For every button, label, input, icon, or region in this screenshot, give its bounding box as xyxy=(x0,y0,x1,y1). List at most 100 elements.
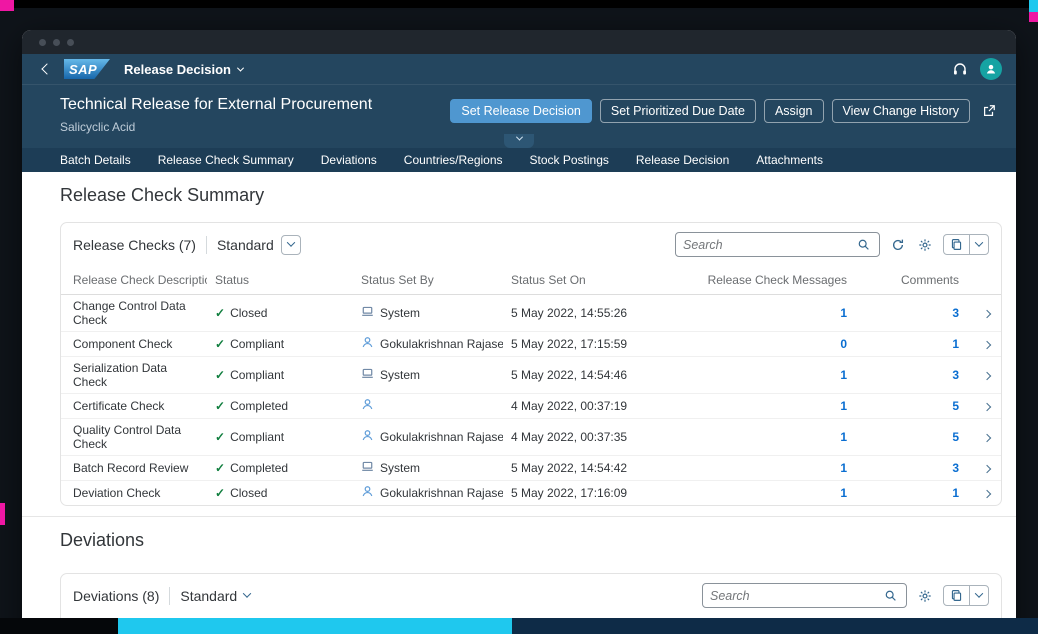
status-text: Completed xyxy=(230,461,288,475)
tab-release-decision[interactable]: Release Decision xyxy=(636,153,729,167)
sap-logo-text: SAP xyxy=(69,62,97,77)
set-release-decision-button[interactable]: Set Release Decision xyxy=(450,99,592,123)
comments-link[interactable]: 3 xyxy=(952,461,959,475)
comments-link[interactable]: 3 xyxy=(952,306,959,320)
chevron-right-icon[interactable] xyxy=(983,490,991,498)
search-field xyxy=(702,583,907,608)
table-row[interactable]: Change Control Data Check ✓Closed System… xyxy=(61,295,1001,332)
release-check-description: Serialization Data Check xyxy=(61,357,207,394)
variant-dropdown-button[interactable] xyxy=(281,235,301,255)
column-header-nav xyxy=(973,266,1001,295)
status-text: Closed xyxy=(230,306,267,320)
variant-label: Standard xyxy=(217,237,274,253)
table-row[interactable]: Batch Record Review ✓Completed System 5 … xyxy=(61,456,1001,481)
tab-countries-regions[interactable]: Countries/Regions xyxy=(404,153,503,167)
comments-link[interactable]: 1 xyxy=(952,486,959,500)
export-split-button xyxy=(943,585,989,606)
search-input[interactable] xyxy=(710,589,882,603)
table-row[interactable]: Quality Control Data Check ✓Compliant Go… xyxy=(61,419,1001,456)
release-check-messages-link[interactable]: 1 xyxy=(840,368,847,382)
release-check-messages-link[interactable]: 1 xyxy=(840,486,847,500)
comments-link[interactable]: 3 xyxy=(952,368,959,382)
collapse-header-button[interactable] xyxy=(504,134,534,148)
table-row[interactable]: Deviation Check ✓Closed Gokulakrishnan R… xyxy=(61,481,1001,506)
refresh-button[interactable] xyxy=(889,236,907,254)
release-check-messages-link[interactable]: 1 xyxy=(840,306,847,320)
status-check-icon: ✓ xyxy=(215,430,225,444)
settings-button[interactable] xyxy=(916,236,934,254)
column-header[interactable]: Comments xyxy=(861,266,973,295)
assign-button[interactable]: Assign xyxy=(764,99,824,123)
person-icon xyxy=(361,485,374,501)
search-icon[interactable] xyxy=(882,587,899,604)
window-titlebar xyxy=(22,30,1016,54)
share-button[interactable] xyxy=(978,101,1000,121)
person-icon xyxy=(985,63,997,75)
copy-icon xyxy=(950,238,963,251)
chevron-right-icon[interactable] xyxy=(983,341,991,349)
deviations-table-title: Deviations (8) xyxy=(73,588,159,604)
status-check-icon: ✓ xyxy=(215,337,225,351)
comments-link[interactable]: 1 xyxy=(952,337,959,351)
copy-button[interactable] xyxy=(944,586,970,605)
support-headset-button[interactable] xyxy=(952,61,968,77)
release-check-messages-link[interactable]: 0 xyxy=(840,337,847,351)
app-title-menu[interactable]: Release Decision xyxy=(124,62,243,77)
copy-button[interactable] xyxy=(944,235,970,254)
section-divider xyxy=(22,516,1016,517)
settings-button[interactable] xyxy=(916,587,934,605)
tab-release-check-summary[interactable]: Release Check Summary xyxy=(158,153,294,167)
tab-stock-postings[interactable]: Stock Postings xyxy=(530,153,609,167)
search-input[interactable] xyxy=(683,238,855,252)
column-header[interactable]: Status Set By xyxy=(353,266,503,295)
window-control-dot[interactable] xyxy=(67,39,74,46)
chevron-right-icon[interactable] xyxy=(983,465,991,473)
export-dropdown-button[interactable] xyxy=(970,586,988,605)
release-check-messages-link[interactable]: 1 xyxy=(840,461,847,475)
column-header[interactable]: Status xyxy=(207,266,353,295)
tab-deviations[interactable]: Deviations xyxy=(321,153,377,167)
status-check-icon: ✓ xyxy=(215,461,225,475)
release-check-messages-link[interactable]: 1 xyxy=(840,399,847,413)
table-row[interactable]: Certificate Check ✓Completed 4 May 2022,… xyxy=(61,394,1001,419)
search-icon[interactable] xyxy=(855,236,872,253)
user-avatar[interactable] xyxy=(980,58,1002,80)
variant-selector[interactable]: Standard xyxy=(217,235,301,255)
status-check-icon: ✓ xyxy=(215,306,225,320)
window-control-dot[interactable] xyxy=(39,39,46,46)
window-control-dot[interactable] xyxy=(53,39,60,46)
gear-icon xyxy=(918,238,932,252)
variant-selector[interactable]: Standard xyxy=(180,588,250,604)
column-header[interactable]: Release Check Messages xyxy=(679,266,861,295)
chevron-right-icon[interactable] xyxy=(983,310,991,318)
view-change-history-button[interactable]: View Change History xyxy=(832,99,971,123)
sap-logo: SAP xyxy=(64,59,110,79)
status-set-by: System xyxy=(380,306,420,320)
chevron-right-icon[interactable] xyxy=(983,372,991,380)
column-header[interactable]: Status Set On xyxy=(503,266,679,295)
release-check-messages-link[interactable]: 1 xyxy=(840,430,847,444)
export-split-button xyxy=(943,234,989,255)
set-prioritized-due-date-button[interactable]: Set Prioritized Due Date xyxy=(600,99,756,123)
column-header[interactable]: Release Check Description xyxy=(61,266,207,295)
toolbar-separator xyxy=(169,587,170,605)
table-row[interactable]: Component Check ✓Compliant Gokulakrishna… xyxy=(61,332,1001,357)
tab-attachments[interactable]: Attachments xyxy=(756,153,823,167)
table-row[interactable]: Serialization Data Check ✓Compliant Syst… xyxy=(61,357,1001,394)
comments-link[interactable]: 5 xyxy=(952,430,959,444)
export-dropdown-button[interactable] xyxy=(970,235,988,254)
back-button[interactable] xyxy=(36,65,58,73)
chevron-right-icon[interactable] xyxy=(983,434,991,442)
refresh-icon xyxy=(891,238,905,252)
page-header: Technical Release for External Procureme… xyxy=(22,84,1016,148)
person-icon xyxy=(361,336,374,352)
comments-link[interactable]: 5 xyxy=(952,399,959,413)
search-field xyxy=(675,232,880,257)
copy-icon xyxy=(950,589,963,602)
system-icon xyxy=(361,367,374,383)
headset-icon xyxy=(952,61,968,77)
chevron-right-icon[interactable] xyxy=(983,403,991,411)
tab-batch-details[interactable]: Batch Details xyxy=(60,153,131,167)
variant-dropdown-icon[interactable] xyxy=(244,592,250,600)
chevron-down-icon xyxy=(975,589,983,597)
